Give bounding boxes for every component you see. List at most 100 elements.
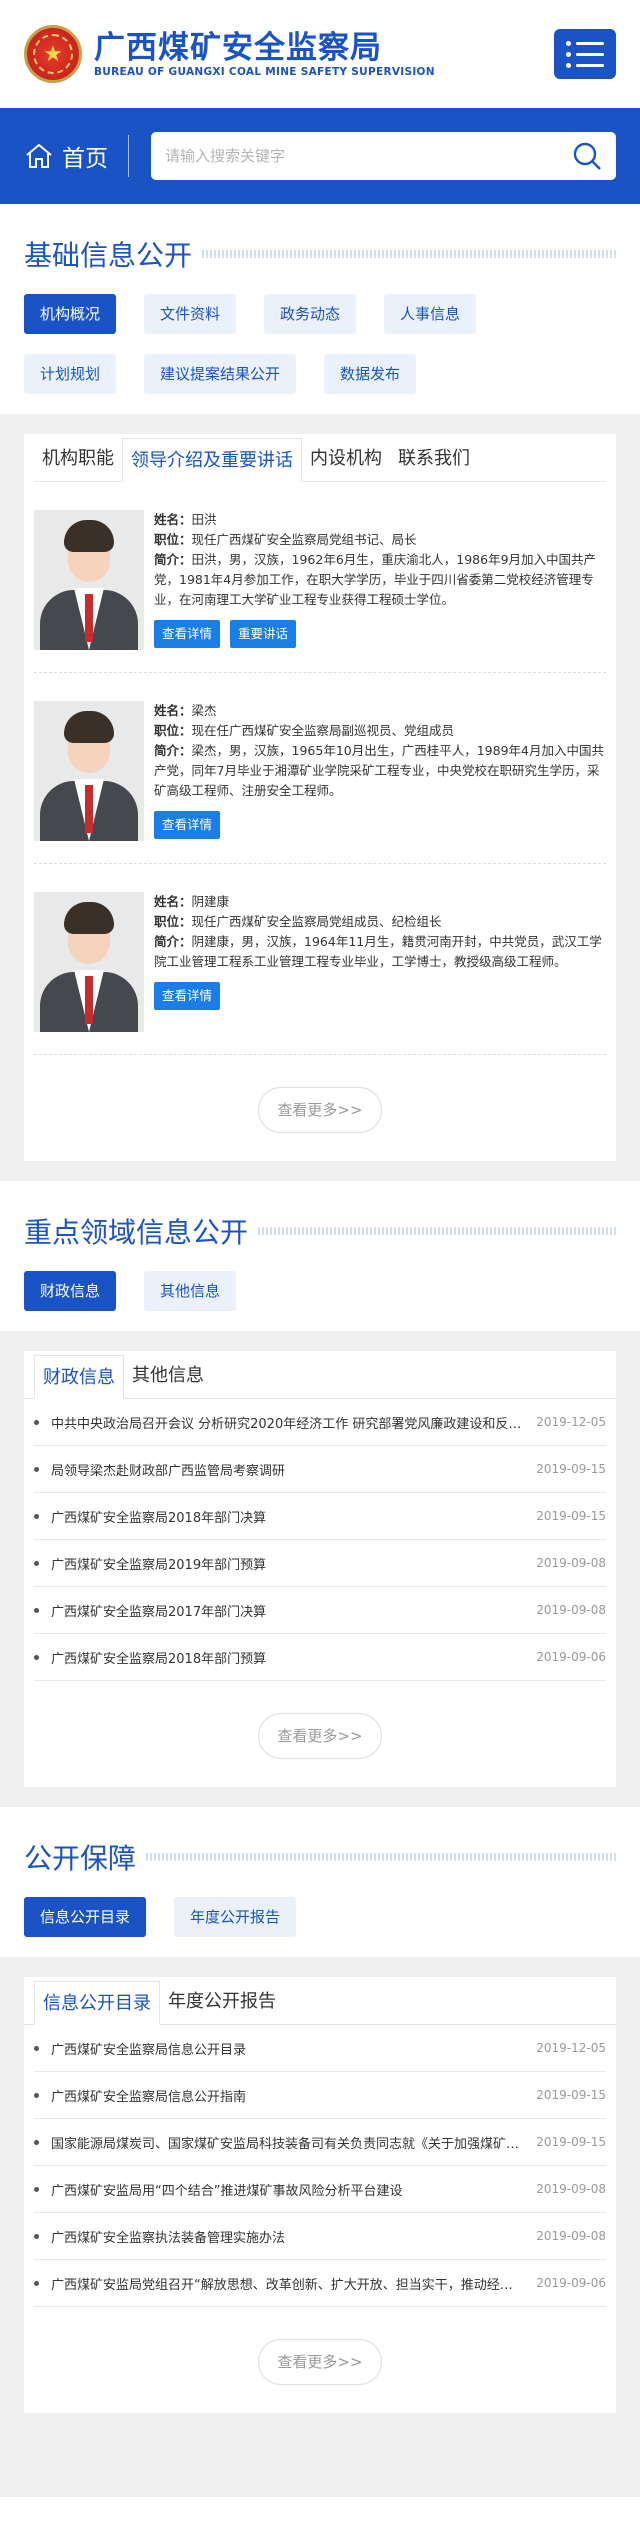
leaders-tabs: 机构职能 领导介绍及重要讲话 内设机构 联系我们	[34, 434, 606, 482]
leader-portrait	[34, 510, 144, 650]
news-date: 2019-09-06	[536, 2276, 606, 2290]
tag-proposal-results[interactable]: 建议提案结果公开	[144, 354, 297, 394]
news-date: 2019-09-15	[536, 2088, 606, 2102]
bullet-icon	[34, 2139, 39, 2145]
title-divider	[146, 1853, 616, 1861]
tag-documents[interactable]: 文件资料	[144, 294, 237, 334]
finance-tabs: 财政信息 其他信息	[24, 1351, 616, 1399]
list-item[interactable]: 局领导梁杰赴财政部广西监管局考察调研 2019-09-15	[34, 1446, 606, 1493]
menu-button[interactable]	[554, 29, 616, 79]
view-details-button[interactable]: 查看详情	[154, 982, 221, 1010]
news-title[interactable]: 国家能源局煤炭司、国家煤矿安监局科技装备司有关负责同志就《关于加强煤矿冲击地压源…	[51, 2133, 522, 2152]
bio-label: 简介：	[154, 934, 192, 949]
search-input[interactable]	[165, 147, 572, 165]
news-date: 2019-12-05	[536, 2041, 606, 2055]
list-item[interactable]: 广西煤矿安全监察局2018年部门决算 2019-09-15	[34, 1493, 606, 1540]
leader-portrait	[34, 701, 144, 841]
bullet-icon	[34, 2233, 39, 2239]
list-item[interactable]: 广西煤矿安全监察局信息公开目录 2019-12-05	[34, 2025, 606, 2072]
title-label: 职位：	[154, 723, 192, 738]
list-item[interactable]: 国家能源局煤炭司、国家煤矿安监局科技装备司有关负责同志就《关于加强煤矿冲击地压源…	[34, 2119, 606, 2166]
leader-name: 阴建康	[191, 894, 230, 909]
list-item[interactable]: 广西煤矿安监局党组召开“解放思想、改革创新、扩大开放、担当实干，推动经济高质量发…	[34, 2260, 606, 2307]
list-item[interactable]: 广西煤矿安全监察局2018年部门预算 2019-09-06	[34, 1634, 606, 1681]
key-areas-tags: 财政信息 其他信息	[0, 1271, 640, 1331]
tag-gov-news[interactable]: 政务动态	[264, 294, 357, 334]
news-date: 2019-09-08	[536, 1556, 606, 1570]
news-date: 2019-12-05	[536, 1415, 606, 1429]
tab-other[interactable]: 其他信息	[124, 1354, 212, 1398]
site-title-en: BUREAU OF GUANGXI COAL MINE SAFETY SUPER…	[94, 66, 435, 78]
news-title[interactable]: 中共中央政治局召开会议 分析研究2020年经济工作 研究部署党风廉政建设和反腐败…	[51, 1413, 522, 1432]
view-more-button[interactable]: 查看更多>>	[258, 2339, 382, 2385]
home-link[interactable]: 首页	[24, 135, 129, 177]
view-details-button[interactable]: 查看详情	[154, 811, 221, 839]
list-item[interactable]: 广西煤矿安全监察局2017年部门决算 2019-09-08	[34, 1587, 606, 1634]
important-speech-button[interactable]: 重要讲话	[230, 620, 297, 648]
list-item[interactable]: 广西煤矿安全监察局2019年部门预算 2019-09-08	[34, 1540, 606, 1587]
title-divider	[258, 1227, 616, 1235]
home-label: 首页	[62, 146, 108, 172]
leader-title: 现任广西煤矿安全监察局党组成员、纪检组长	[191, 914, 442, 929]
home-icon	[26, 143, 52, 168]
news-date: 2019-09-06	[536, 1650, 606, 1664]
list-item[interactable]: 广西煤矿安全监察执法装备管理实施办法 2019-09-08	[34, 2213, 606, 2260]
list-item[interactable]: 广西煤矿安监局用“四个结合”推进煤矿事故风险分析平台建设 2019-09-08	[34, 2166, 606, 2213]
tag-other[interactable]: 其他信息	[144, 1271, 237, 1311]
bullet-icon	[34, 2092, 39, 2098]
leader-card: 姓名：田洪 职位：现任广西煤矿安全监察局党组书记、局长 简介：田洪，男，汉族，1…	[34, 482, 606, 673]
leaders-panel: 机构职能 领导介绍及重要讲话 内设机构 联系我们 姓名：田洪 职位：现任广西煤矿…	[24, 434, 616, 1161]
site-logo[interactable]: ★ 广西煤矿安全监察局 BUREAU OF GUANGXI COAL MINE …	[24, 25, 435, 83]
search-icon[interactable]	[572, 141, 602, 171]
title-label: 职位：	[154, 532, 192, 547]
news-title[interactable]: 广西煤矿安全监察局2019年部门预算	[51, 1554, 522, 1573]
view-details-button[interactable]: 查看详情	[154, 620, 221, 648]
site-title-cn: 广西煤矿安全监察局	[94, 30, 382, 66]
finance-panel: 财政信息 其他信息 中共中央政治局召开会议 分析研究2020年经济工作 研究部署…	[24, 1351, 616, 1787]
leader-title: 现任广西煤矿安全监察局党组书记、局长	[191, 532, 417, 547]
news-title[interactable]: 广西煤矿安全监察局2018年部门预算	[51, 1648, 522, 1667]
tag-personnel[interactable]: 人事信息	[384, 294, 477, 334]
tab-leaders[interactable]: 领导介绍及重要讲话	[122, 438, 302, 482]
tag-data-release[interactable]: 数据发布	[324, 354, 417, 394]
leader-title: 现在任广西煤矿安全监察局副巡视员、党组成员	[191, 723, 455, 738]
tab-annual-report[interactable]: 年度公开报告	[160, 1980, 284, 2024]
tag-annual-report[interactable]: 年度公开报告	[174, 1897, 297, 1937]
tag-finance[interactable]: 财政信息	[24, 1271, 117, 1311]
news-title[interactable]: 广西煤矿安全监察局信息公开目录	[51, 2039, 522, 2058]
bullet-icon	[34, 1513, 39, 1519]
tab-departments[interactable]: 内设机构	[302, 437, 390, 481]
list-item[interactable]: 中共中央政治局召开会议 分析研究2020年经济工作 研究部署党风廉政建设和反腐败…	[34, 1399, 606, 1446]
view-more-button[interactable]: 查看更多>>	[258, 1713, 382, 1759]
bullet-icon	[34, 2280, 39, 2286]
news-date: 2019-09-15	[536, 1509, 606, 1523]
leader-bio: 梁杰，男，汉族，1965年10月出生，广西桂平人，1989年4月加入中国共产党，…	[154, 743, 604, 798]
catalog-news-list: 广西煤矿安全监察局信息公开目录 2019-12-05 广西煤矿安全监察局信息公开指…	[24, 2025, 616, 2307]
tag-org-overview[interactable]: 机构概况	[24, 294, 117, 334]
news-title[interactable]: 广西煤矿安监局党组召开“解放思想、改革创新、扩大开放、担当实干，推动经济高质量发…	[51, 2274, 522, 2293]
name-label: 姓名：	[154, 703, 192, 718]
list-item[interactable]: 广西煤矿安全监察局信息公开指南 2019-09-15	[34, 2072, 606, 2119]
tag-info-catalog[interactable]: 信息公开目录	[24, 1897, 147, 1937]
bullet-icon	[34, 2045, 39, 2051]
section-title: 基础信息公开	[24, 239, 193, 272]
bullet-icon	[34, 1654, 39, 1660]
news-title[interactable]: 广西煤矿安全监察局信息公开指南	[51, 2086, 522, 2105]
leader-bio: 阴建康，男，汉族，1964年11月生，籍贯河南开封，中共党员，武汉工学院工业管理…	[154, 934, 602, 969]
news-title[interactable]: 广西煤矿安全监察局2017年部门决算	[51, 1601, 522, 1620]
finance-section: 财政信息 其他信息 中共中央政治局召开会议 分析研究2020年经济工作 研究部署…	[0, 1331, 640, 1807]
news-title[interactable]: 广西煤矿安全监察执法装备管理实施办法	[51, 2227, 522, 2246]
tab-info-catalog[interactable]: 信息公开目录	[34, 1981, 160, 2025]
news-title[interactable]: 广西煤矿安监局用“四个结合”推进煤矿事故风险分析平台建设	[51, 2180, 522, 2199]
bio-label: 简介：	[154, 743, 192, 758]
view-more-button[interactable]: 查看更多>>	[258, 1087, 382, 1133]
section-title: 公开保障	[24, 1842, 137, 1875]
tag-plans[interactable]: 计划规划	[24, 354, 117, 394]
basic-info-tags: 机构概况 文件资料 政务动态 人事信息 计划规划 建议提案结果公开 数据发布	[0, 294, 640, 414]
title-label: 职位：	[154, 914, 192, 929]
tab-contact[interactable]: 联系我们	[390, 437, 478, 481]
tab-functions[interactable]: 机构职能	[34, 437, 122, 481]
news-title[interactable]: 局领导梁杰赴财政部广西监管局考察调研	[51, 1460, 522, 1479]
tab-finance[interactable]: 财政信息	[34, 1355, 124, 1399]
news-title[interactable]: 广西煤矿安全监察局2018年部门决算	[51, 1507, 522, 1526]
